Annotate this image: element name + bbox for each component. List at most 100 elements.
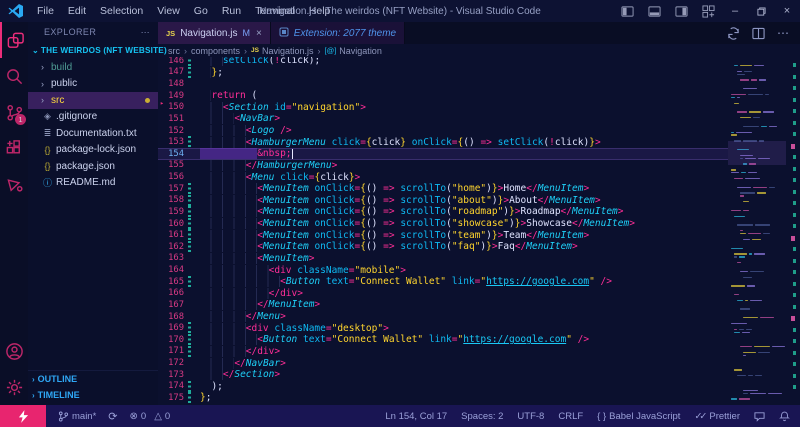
code-text: <MenuItem onClick={() => scrollTo("faq")… <box>191 241 578 252</box>
code-line-148[interactable]: 148 <box>158 78 728 90</box>
code-line-159[interactable]: 159 <MenuItem onClick={() => scrollTo("r… <box>158 206 728 218</box>
tree-item-public[interactable]: ›public <box>28 76 158 93</box>
code-line-168[interactable]: 168 </Menu> <box>158 311 728 323</box>
code-line-150[interactable]: 150 <Section id="navigation"> <box>158 102 728 114</box>
tree-item--gitignore[interactable]: ◈.gitignore <box>28 109 158 126</box>
text-cursor <box>292 149 293 159</box>
code-line-161[interactable]: 161 <MenuItem onClick={() => scrollTo("t… <box>158 229 728 241</box>
menu-run[interactable]: Run <box>215 0 248 22</box>
toggle-panel-icon[interactable] <box>648 5 661 18</box>
code-line-156[interactable]: 156 <Menu click={click}> <box>158 171 728 183</box>
close-window-button[interactable]: × <box>774 0 800 22</box>
code-line-173[interactable]: 173 </Section> <box>158 369 728 381</box>
tree-item-documentation-txt[interactable]: ≣Documentation.txt <box>28 125 158 142</box>
code-line-175[interactable]: 175}; <box>158 392 728 404</box>
code-line-174[interactable]: 174 ); <box>158 381 728 393</box>
activitybar-account[interactable] <box>0 333 28 369</box>
code-line-162[interactable]: 162 <MenuItem onClick={() => scrollTo("f… <box>158 241 728 253</box>
code-line-146[interactable]: 146 setClick(!click); <box>158 57 728 67</box>
minimap[interactable] <box>728 57 786 405</box>
section-outline[interactable]: ›OUTLINE <box>28 371 158 387</box>
minimap-slider[interactable] <box>728 141 786 165</box>
tree-item-label: README.md <box>56 177 115 188</box>
code-line-165[interactable]: 165 <Button text="Connect Wallet" link="… <box>158 276 728 288</box>
restore-button[interactable] <box>748 0 774 22</box>
tree-item-src[interactable]: ›src <box>28 92 158 109</box>
close-tab-icon[interactable]: × <box>256 28 262 39</box>
formatter-status[interactable]: ✓✓ Prettier <box>694 411 740 422</box>
cursor-position[interactable]: Ln 154, Col 17 <box>385 411 447 422</box>
workspace-root-folder[interactable]: ⌄ THE WEIRDOS (NFT WEBSITE) <box>28 42 158 59</box>
menu-view[interactable]: View <box>150 0 187 22</box>
eol-setting[interactable]: CRLF <box>558 411 583 422</box>
errors-icon: ⊗ <box>130 411 138 422</box>
code-line-147[interactable]: 147 }; <box>158 67 728 79</box>
line-number: 151 <box>158 114 184 124</box>
code-line-158[interactable]: 158 <MenuItem onClick={() => scrollTo("a… <box>158 195 728 207</box>
explorer-more-actions-icon[interactable]: ⋯ <box>141 27 150 38</box>
code-line-155[interactable]: 155 </HamburgerMenu> <box>158 160 728 172</box>
minimize-button[interactable]: – <box>722 0 748 22</box>
code-editor[interactable]: 146 setClick(!click);147 };148149 return… <box>158 57 800 405</box>
breadcrumb-src[interactable]: src <box>168 46 180 56</box>
fold-marker-icon[interactable]: ▸ <box>160 99 164 107</box>
code-line-153[interactable]: 153 <HamburgerMenu click={click} onClick… <box>158 136 728 148</box>
tree-item-label: package.json <box>56 161 115 172</box>
tab-navigation-js[interactable]: JSNavigation.jsM× <box>158 22 271 44</box>
code-line-171[interactable]: 171 </div> <box>158 346 728 358</box>
breadcrumb: src›components›JSNavigation.js›[@]Naviga… <box>158 44 800 57</box>
feedback-button[interactable] <box>754 411 765 422</box>
tree-item-build[interactable]: ›build <box>28 59 158 76</box>
code-line-170[interactable]: 170 <Button text="Connect Wallet" link="… <box>158 334 728 346</box>
encoding-setting[interactable]: UTF-8 <box>517 411 544 422</box>
activitybar-extensions[interactable] <box>0 130 28 166</box>
tree-item-package-lock-json[interactable]: {}package-lock.json <box>28 142 158 159</box>
code-line-172[interactable]: 172 </NavBar> <box>158 357 728 369</box>
open-changes-icon[interactable] <box>727 27 740 40</box>
code-line-166[interactable]: 166 </div> <box>158 288 728 300</box>
activitybar-explorer[interactable] <box>0 22 28 58</box>
sync-button[interactable]: ⟳ <box>108 410 117 423</box>
code-line-169[interactable]: 169 <div className="desktop"> <box>158 322 728 334</box>
toggle-sidebar-icon[interactable] <box>621 5 634 18</box>
tree-item-readme-md[interactable]: ⓘREADME.md <box>28 175 158 192</box>
code-line-151[interactable]: 151 <NavBar> <box>158 113 728 125</box>
tree-item-label: build <box>51 62 72 73</box>
code-line-163[interactable]: 163 <MenuItem> <box>158 253 728 265</box>
breadcrumb-components[interactable]: ›components <box>180 46 240 56</box>
menu-file[interactable]: File <box>30 0 61 22</box>
code-text: }; <box>191 392 211 403</box>
code-line-160[interactable]: 160 <MenuItem onClick={() => scrollTo("s… <box>158 218 728 230</box>
customize-layout-icon[interactable] <box>702 5 715 18</box>
code-line-149[interactable]: 149 return ( <box>158 90 728 102</box>
notifications-button[interactable] <box>779 411 790 422</box>
tab-extension-2077-theme[interactable]: Extension: 2077 theme <box>271 22 405 44</box>
minimap-line <box>731 210 749 211</box>
tree-item-package-json[interactable]: {}package.json <box>28 158 158 175</box>
activitybar-search[interactable] <box>0 58 28 94</box>
activitybar-settings[interactable] <box>0 369 28 405</box>
menu-selection[interactable]: Selection <box>93 0 150 22</box>
menu-edit[interactable]: Edit <box>61 0 93 22</box>
section-timeline[interactable]: ›TIMELINE <box>28 387 158 403</box>
breadcrumb-navigation[interactable]: ›[@]Navigation <box>314 46 382 56</box>
split-editor-icon[interactable] <box>752 27 765 40</box>
breadcrumb-navigation-js[interactable]: ›JSNavigation.js <box>240 46 313 56</box>
code-line-157[interactable]: 157 <MenuItem onClick={() => scrollTo("h… <box>158 183 728 195</box>
code-line-152[interactable]: 152 <Logo /> <box>158 125 728 137</box>
git-branch-status[interactable]: main* <box>58 411 96 422</box>
line-number: 146 <box>158 57 184 66</box>
problems-status[interactable]: ⊗0 △0 <box>130 411 171 422</box>
code-line-167[interactable]: 167 </MenuItem> <box>158 299 728 311</box>
language-mode[interactable]: { } Babel JavaScript <box>597 411 680 422</box>
activitybar-run-debug[interactable] <box>0 166 28 202</box>
code-line-164[interactable]: 164 <div className="mobile"> <box>158 264 728 276</box>
indentation-setting[interactable]: Spaces: 2 <box>461 411 503 422</box>
tree-item-label: src <box>51 95 64 106</box>
remote-indicator[interactable] <box>0 405 46 427</box>
code-line-154[interactable]: 154 &nbsp; <box>158 148 728 160</box>
menu-go[interactable]: Go <box>187 0 215 22</box>
activitybar-source-control[interactable]: 1 <box>0 94 28 130</box>
editor-more-actions-icon[interactable]: ⋯ <box>777 26 790 40</box>
toggle-secondary-sidebar-icon[interactable] <box>675 5 688 18</box>
